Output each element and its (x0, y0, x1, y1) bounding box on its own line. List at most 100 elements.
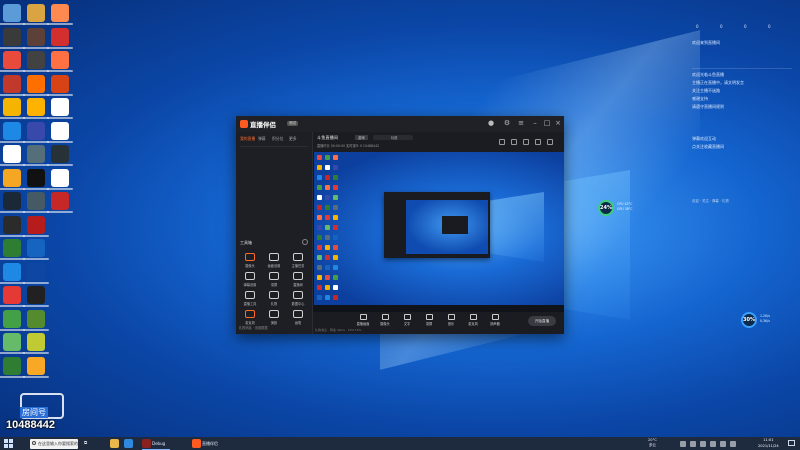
scene-tool[interactable]: 摄像头 (375, 314, 395, 326)
desktop-app-icon[interactable] (23, 309, 49, 331)
toolbox-tool[interactable]: 直播间 (287, 272, 309, 290)
taskbar-search-input[interactable]: 在这里输入你要搜索的内容 (30, 438, 86, 449)
settings-icon[interactable]: ⚙ (502, 119, 512, 127)
debug-app-label[interactable]: Debug (152, 441, 165, 446)
live-app-icon[interactable] (192, 439, 201, 448)
maximize-icon[interactable]: □ (542, 119, 552, 127)
desktop-app-icon[interactable] (47, 145, 73, 166)
desktop-app-icon[interactable] (0, 239, 25, 260)
desktop-app-icon[interactable] (47, 74, 73, 96)
desktop-app-icon[interactable] (23, 356, 49, 378)
scene-tool[interactable]: 扬声器 (485, 314, 505, 326)
tray-chevron-icon[interactable] (680, 440, 686, 447)
toolbox-tool[interactable]: 直播工具 (239, 291, 261, 309)
toolbox-tool[interactable]: 画面设置 (263, 253, 285, 271)
desktop-app-icon[interactable] (0, 262, 25, 284)
perf-widget-cpu[interactable]: 24% CPU 45°C GPU 38°C (598, 199, 642, 217)
desktop-app-icon[interactable] (0, 356, 25, 378)
desktop-app-icon[interactable] (0, 286, 25, 307)
tray-input-icon[interactable] (730, 440, 736, 447)
toolbox-tool[interactable]: 摄像头 (239, 253, 261, 271)
app-titlebar[interactable]: 直播伴侣 测试 ● ⚙ ≡ – □ × (236, 116, 564, 132)
desktop-app-icon[interactable] (0, 192, 25, 213)
desktop-app-icon[interactable] (0, 145, 25, 166)
desktop-app-icon[interactable] (0, 168, 25, 190)
toolbox-tool[interactable]: 弹幕设置 (239, 272, 261, 290)
desktop-app-icon[interactable] (0, 4, 25, 25)
desktop-app-icon[interactable] (47, 168, 73, 190)
share-icon[interactable] (547, 139, 553, 145)
debug-app-icon[interactable] (142, 439, 151, 448)
desktop-app-icon[interactable] (23, 145, 49, 166)
tab-more[interactable]: 更多 (289, 136, 297, 142)
tab-my-live[interactable]: 我的直播 (240, 136, 255, 142)
share-screen-icon[interactable] (499, 139, 505, 145)
live-app-label[interactable]: 直播伴侣 (202, 441, 218, 447)
desktop-app-icon[interactable] (23, 239, 49, 260)
taskbar-clock[interactable]: 11:01 2021/11/24 (758, 438, 779, 449)
scene-tool[interactable]: 音乐 (441, 314, 461, 326)
tray-app-icon[interactable] (710, 440, 716, 447)
avatar[interactable]: ● (486, 119, 496, 127)
toolbox-tool[interactable]: 录屏 (263, 272, 285, 290)
tab-points[interactable]: 积分位 (272, 136, 283, 142)
scene-tool[interactable]: 麦克风 (463, 314, 483, 326)
desktop-app-icon[interactable] (23, 27, 49, 49)
desktop-app-icon[interactable] (23, 215, 49, 237)
desktop-app-icon[interactable] (23, 121, 49, 143)
desktop-app-icon[interactable] (23, 51, 49, 72)
toolbox-tool[interactable]: 画笔 (287, 310, 309, 328)
desktop-app-icon[interactable] (0, 309, 25, 331)
toolbox-settings-icon[interactable] (302, 239, 308, 245)
desktop-app-icon[interactable] (23, 262, 49, 284)
desktop-app-icon[interactable] (47, 27, 73, 49)
tab-danmaku[interactable]: 弹幕 (258, 136, 266, 142)
desktop-app-icon[interactable] (23, 333, 49, 354)
tray-app-icon[interactable] (720, 440, 726, 447)
desktop-app-icon[interactable] (47, 51, 73, 72)
desktop-app-icon[interactable] (47, 4, 73, 25)
file-explorer-icon[interactable] (110, 439, 119, 448)
desktop-app-icon[interactable] (23, 168, 49, 190)
start-live-button[interactable]: 开始直播 (528, 316, 556, 326)
toolbox-tool[interactable]: 主播任务 (287, 253, 309, 271)
room-title-input[interactable]: 标题 (373, 134, 413, 140)
desktop-app-icon[interactable] (0, 74, 25, 96)
desktop-app-icon[interactable] (23, 98, 49, 119)
minimize-icon[interactable]: – (530, 119, 540, 127)
chat-icon[interactable] (523, 139, 529, 145)
toolbox-tool[interactable]: 数据中心 (287, 291, 309, 309)
browser-icon[interactable] (124, 439, 133, 448)
weather-widget[interactable]: 20°C 多云 (648, 438, 657, 448)
room-category-tag[interactable]: 游戏 (355, 135, 368, 140)
menu-icon[interactable]: ≡ (516, 119, 526, 127)
streaming-app-window[interactable]: 直播伴侣 测试 ● ⚙ ≡ – □ × 我的直播 弹幕 积分位 更多 工具箱 摄… (236, 116, 564, 334)
tray-volume-icon[interactable] (700, 440, 706, 447)
desktop-app-icon[interactable] (0, 98, 25, 119)
desktop-app-icon[interactable] (0, 51, 25, 72)
desktop-app-icon[interactable] (0, 333, 25, 354)
desktop-app-icon[interactable] (23, 74, 49, 96)
desktop-app-icon[interactable] (47, 98, 73, 119)
scene-tool[interactable]: 录屏 (419, 314, 439, 326)
desktop-app-icon[interactable] (23, 192, 49, 213)
desktop-app-icon[interactable] (23, 286, 49, 307)
toolbox-tool[interactable]: 礼物 (263, 291, 285, 309)
perf-widget-network[interactable]: 30% 1.2K/s 0.3K/s (741, 311, 785, 329)
task-view-icon[interactable]: ⧉ (84, 440, 87, 446)
live-preview[interactable] (314, 152, 564, 312)
close-icon[interactable]: × (553, 119, 563, 127)
bell-icon[interactable] (535, 139, 541, 145)
desktop-app-icon[interactable] (47, 192, 73, 213)
desktop-app-icon[interactable] (23, 4, 49, 25)
notification-icon[interactable] (788, 440, 795, 446)
desktop-app-icon[interactable] (0, 121, 25, 143)
gift-icon[interactable] (511, 139, 517, 145)
windows-start-icon[interactable] (4, 439, 13, 448)
tray-network-icon[interactable] (690, 440, 696, 447)
scene-tool[interactable]: 直播画面 (353, 314, 373, 326)
desktop-app-icon[interactable] (0, 27, 25, 49)
desktop-app-icon[interactable] (0, 215, 25, 237)
desktop-app-icon[interactable] (47, 121, 73, 143)
scene-tool[interactable]: 文字 (397, 314, 417, 326)
